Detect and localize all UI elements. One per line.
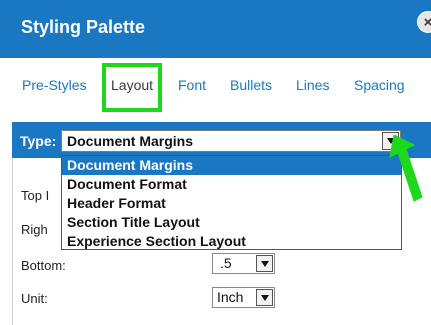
tab-bullets[interactable]: Bullets <box>230 77 272 93</box>
type-selected-value: Document Margins <box>67 133 194 149</box>
tab-bar: Pre-Styles Layout Font Bullets Lines Spa… <box>0 58 431 118</box>
top-margin-label: Top I <box>21 188 50 203</box>
type-label: Type: <box>20 133 57 149</box>
tab-font[interactable]: Font <box>178 77 206 93</box>
chevron-down-icon <box>261 261 269 267</box>
active-tab-highlight <box>102 63 162 112</box>
chevron-down-icon <box>261 295 269 301</box>
dropdown-option-section-title-layout[interactable]: Section Title Layout <box>67 214 200 230</box>
dropdown-option-document-margins[interactable]: Document Margins <box>67 157 193 173</box>
annotation-arrow-icon <box>389 135 423 202</box>
dropdown-option-document-format[interactable]: Document Format <box>67 176 187 192</box>
close-icon: × <box>423 14 431 31</box>
bottom-margin-label: Bottom: <box>21 258 66 273</box>
bottom-margin-value: .5 <box>220 255 232 271</box>
window-title: Styling Palette <box>21 17 146 37</box>
bottom-margin-dropdown-button[interactable] <box>256 255 273 272</box>
dropdown-option-header-format[interactable]: Header Format <box>67 195 166 211</box>
unit-value: Inch <box>217 289 244 305</box>
unit-label: Unit: <box>21 291 48 306</box>
tab-lines[interactable]: Lines <box>296 77 329 93</box>
dropdown-option-experience-section-layout[interactable]: Experience Section Layout <box>67 233 246 249</box>
unit-dropdown-button[interactable] <box>256 289 273 306</box>
tab-spacing[interactable]: Spacing <box>354 77 405 93</box>
right-margin-label: Righ <box>21 222 48 237</box>
tab-pre-styles[interactable]: Pre-Styles <box>22 77 87 93</box>
